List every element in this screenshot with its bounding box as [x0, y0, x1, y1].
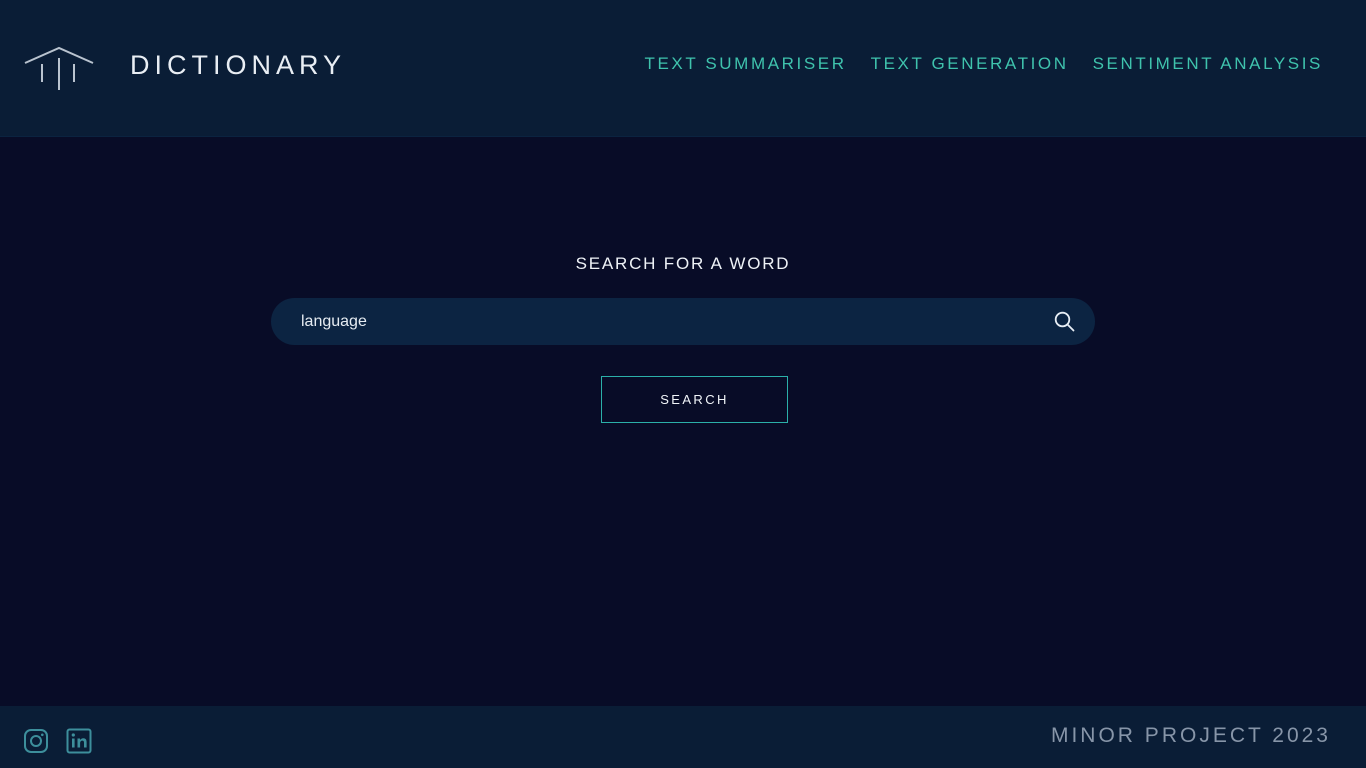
nav-sentiment-analysis[interactable]: SENTIMENT ANALYSIS [1093, 54, 1323, 74]
nav-text-summariser[interactable]: TEXT SUMMARISER [645, 54, 847, 74]
search-input[interactable] [301, 298, 1041, 345]
search-bar [271, 298, 1095, 345]
brand-title[interactable]: DICTIONARY [130, 50, 346, 81]
search-button[interactable]: SEARCH [601, 376, 788, 423]
instagram-icon[interactable] [23, 728, 49, 754]
page-title: SEARCH FOR A WORD [575, 254, 791, 273]
linkedin-icon[interactable] [66, 728, 92, 754]
site-header: DICTIONARY TEXT SUMMARISER TEXT GENERATI… [0, 0, 1366, 137]
nav-text-generation[interactable]: TEXT GENERATION [871, 54, 1069, 74]
main-content: SEARCH FOR A WORD SEARCH [0, 137, 1366, 706]
search-icon[interactable] [1054, 311, 1075, 332]
main-nav: TEXT SUMMARISER TEXT GENERATION SENTIMEN… [645, 54, 1324, 74]
pillars-icon[interactable] [24, 46, 94, 92]
site-footer: MINOR PROJECT 2023 [0, 706, 1366, 768]
footer-text: MINOR PROJECT 2023 [1050, 724, 1331, 747]
